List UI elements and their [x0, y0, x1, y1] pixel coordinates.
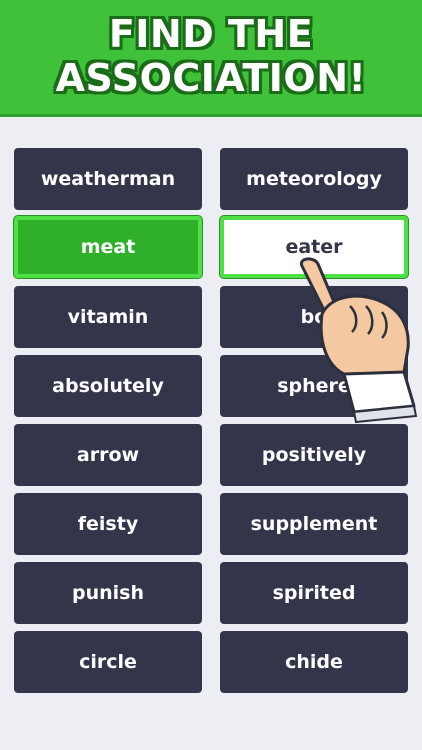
word-tile-circle[interactable]: circle: [14, 631, 202, 693]
word-tile-feisty[interactable]: feisty: [14, 493, 202, 555]
word-tile-bo[interactable]: bo: [220, 286, 408, 348]
title-line-1: FIND THE: [108, 12, 314, 56]
word-tile-absolutely[interactable]: absolutely: [14, 355, 202, 417]
word-tile-meat-selected[interactable]: meat: [14, 216, 202, 278]
word-tile-positively[interactable]: positively: [220, 424, 408, 486]
word-tile-spirited[interactable]: spirited: [220, 562, 408, 624]
word-tile-meteorology[interactable]: meteorology: [220, 148, 408, 210]
word-tile-vitamin[interactable]: vitamin: [14, 286, 202, 348]
word-tile-weatherman[interactable]: weatherman: [14, 148, 202, 210]
word-tile-punish[interactable]: punish: [14, 562, 202, 624]
word-tile-sphere[interactable]: sphere: [220, 355, 408, 417]
word-tile-arrow[interactable]: arrow: [14, 424, 202, 486]
title-line-2: ASSOCIATION!: [55, 56, 367, 100]
header-banner: FIND THE ASSOCIATION!: [0, 0, 422, 114]
word-tile-eater-selected[interactable]: eater: [220, 216, 408, 278]
word-tile-supplement[interactable]: supplement: [220, 493, 408, 555]
word-tile-chide[interactable]: chide: [220, 631, 408, 693]
